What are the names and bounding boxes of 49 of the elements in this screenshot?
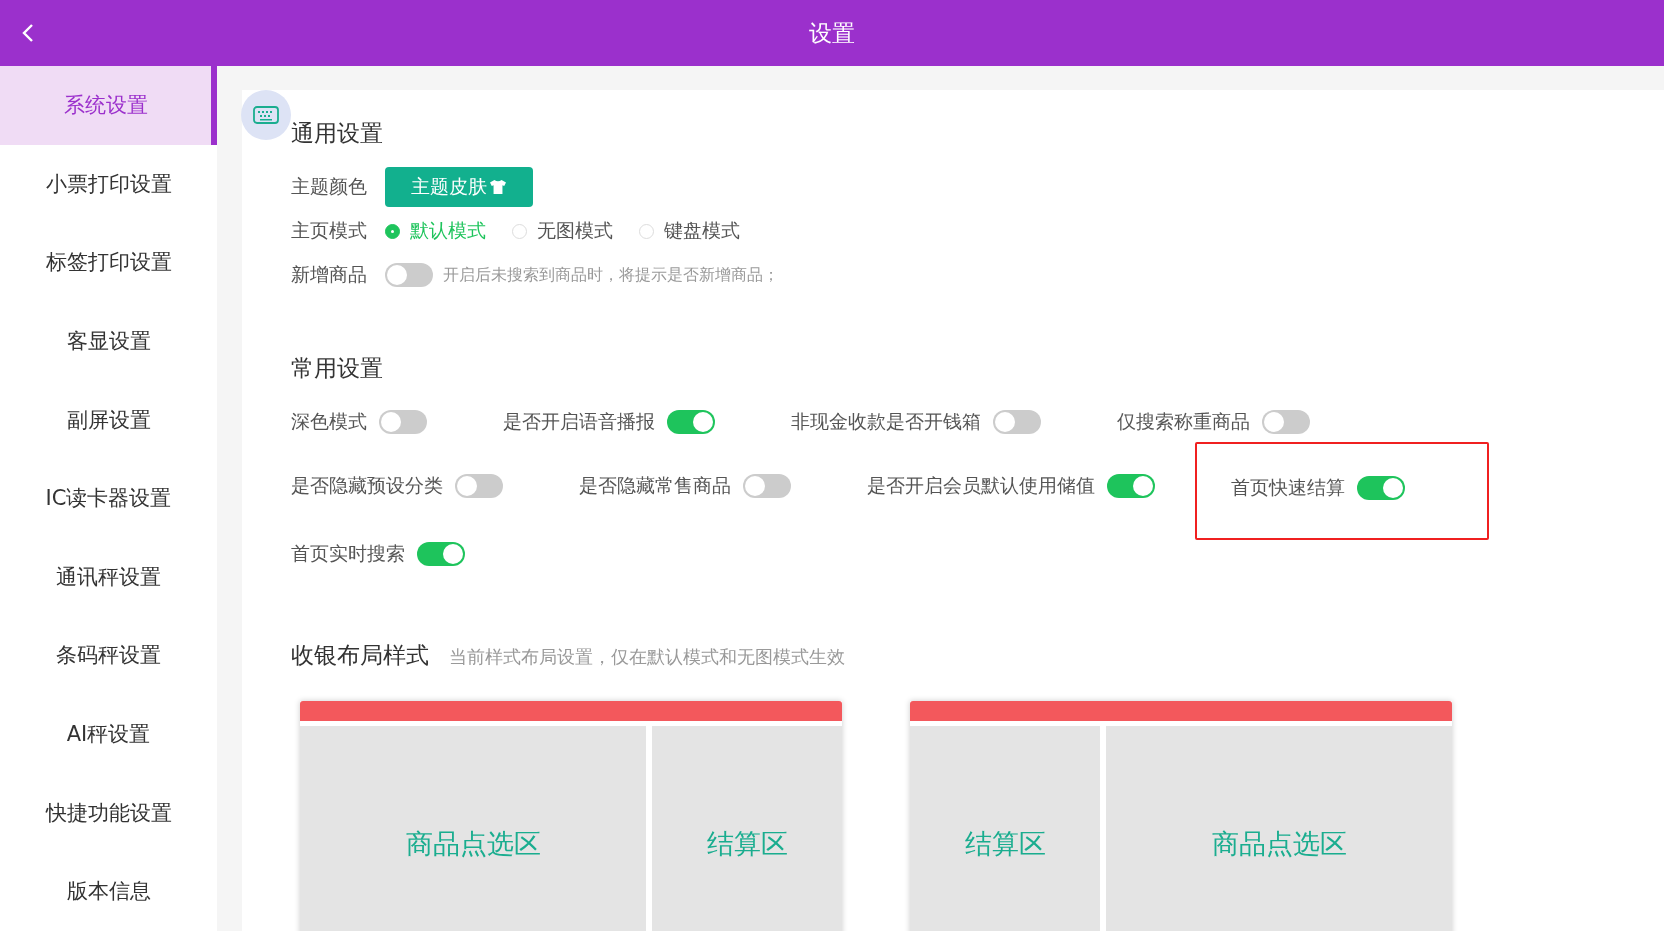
setting-label: 首页实时搜索 — [291, 541, 405, 566]
hint-text: 开启后未搜索到商品时，将提示是否新增商品； — [443, 264, 779, 286]
radio-label[interactable]: 无图模式 — [537, 218, 613, 244]
setting-label: 是否隐藏常售商品 — [579, 473, 731, 498]
setting-label: 主题颜色 — [291, 174, 367, 199]
toggle-switch[interactable] — [1262, 410, 1310, 434]
sidebar-item[interactable]: 通讯秤设置 — [0, 537, 217, 617]
setting-label: 是否开启会员默认使用储值 — [867, 473, 1095, 498]
setting-label: 首页快速结算 — [1231, 475, 1345, 500]
toggle-switch[interactable] — [1357, 476, 1405, 500]
setting-label: 主页模式 — [291, 218, 367, 243]
pane-label: 结算区 — [706, 827, 788, 861]
toggle-switch[interactable] — [993, 410, 1041, 434]
section-title: 收银布局样式 — [291, 641, 429, 670]
toggle-switch[interactable] — [379, 410, 427, 434]
setting-label: 非现金收款是否开钱箱 — [791, 409, 981, 434]
radio-button[interactable] — [385, 223, 400, 239]
page-title: 设置 — [809, 18, 855, 48]
section-title: 通用设置 — [291, 119, 384, 148]
section-title: 常用设置 — [291, 354, 384, 383]
pane-label: 结算区 — [964, 827, 1046, 861]
toggle-switch[interactable] — [455, 474, 503, 498]
setting-label: 新增商品 — [291, 262, 367, 287]
hint-text: 当前样式布局设置，仅在默认模式和无图模式生效 — [449, 645, 845, 669]
toggle-switch[interactable] — [667, 410, 715, 434]
sidebar-item[interactable]: 快捷功能设置 — [0, 773, 217, 852]
setting-label: 是否开启语音播报 — [503, 409, 655, 434]
sidebar-item[interactable]: 版本信息 — [0, 851, 217, 931]
toggle-switch[interactable] — [1107, 474, 1155, 498]
toggle-switch[interactable] — [743, 474, 791, 498]
setting-label: 仅搜索称重商品 — [1117, 409, 1250, 434]
sidebar-item[interactable]: 系统设置 — [0, 66, 217, 145]
toggle-switch[interactable] — [417, 542, 465, 566]
shirt-icon — [489, 179, 507, 195]
keyboard-icon[interactable] — [241, 90, 291, 140]
pane-label: 商品点选区 — [405, 827, 541, 861]
sidebar-item[interactable]: AI秤设置 — [0, 694, 217, 774]
setting-label: 深色模式 — [291, 409, 367, 434]
sidebar-item[interactable]: IC读卡器设置 — [0, 458, 217, 538]
radio-label[interactable]: 键盘模式 — [664, 218, 740, 244]
sidebar-item[interactable]: 副屏设置 — [0, 380, 217, 459]
sidebar-item[interactable]: 标签打印设置 — [0, 223, 217, 302]
toggle-switch[interactable] — [385, 263, 433, 287]
back-icon[interactable] — [22, 23, 34, 43]
sidebar-item[interactable]: 客显设置 — [0, 301, 217, 381]
sidebar-item[interactable]: 条码秤设置 — [0, 616, 217, 695]
setting-label: 是否隐藏预设分类 — [291, 473, 443, 498]
pane-label: 商品点选区 — [1211, 827, 1347, 861]
sidebar-item[interactable]: 小票打印设置 — [0, 144, 217, 224]
